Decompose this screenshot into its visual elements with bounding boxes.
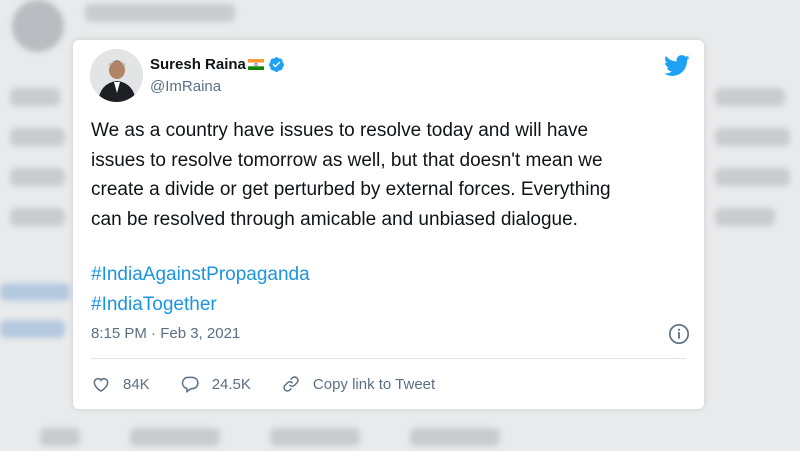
reply-icon — [181, 376, 199, 393]
divider — [91, 358, 686, 359]
avatar[interactable] — [90, 49, 143, 102]
link-icon — [283, 376, 299, 392]
reply-count: 24.5K — [211, 375, 251, 393]
avatar-image-icon — [90, 49, 143, 102]
copy-link-button[interactable]: Copy link to Tweet — [281, 374, 435, 394]
tweet-card: Suresh Raina @ImRaina We as a country ha… — [73, 40, 704, 409]
reply-button[interactable]: 24.5K — [180, 374, 251, 394]
hashtag-list: #IndiaAgainstPropaganda #IndiaTogether — [91, 260, 310, 320]
india-flag-icon — [247, 59, 264, 70]
tweet-text: We as a country have issues to resolve t… — [91, 120, 611, 230]
tweet-actions: 84K 24.5K Copy link to Tweet — [91, 374, 465, 394]
copy-link-label: Copy link to Tweet — [312, 375, 436, 393]
verified-badge-icon — [268, 57, 284, 72]
heart-icon — [93, 377, 109, 392]
twitter-bird-icon[interactable] — [663, 54, 690, 77]
hashtag-link[interactable]: #IndiaAgainstPropaganda — [91, 260, 310, 290]
author-handle[interactable]: @ImRaina — [150, 78, 221, 95]
like-count: 84K — [123, 375, 150, 393]
author-name[interactable]: Suresh Raina — [150, 56, 246, 73]
info-icon[interactable] — [668, 323, 690, 345]
like-button[interactable]: 84K — [91, 374, 150, 394]
hashtag-link[interactable]: #IndiaTogether — [91, 290, 310, 320]
tweet-timestamp[interactable]: 8:15 PM · Feb 3, 2021 — [91, 325, 240, 342]
